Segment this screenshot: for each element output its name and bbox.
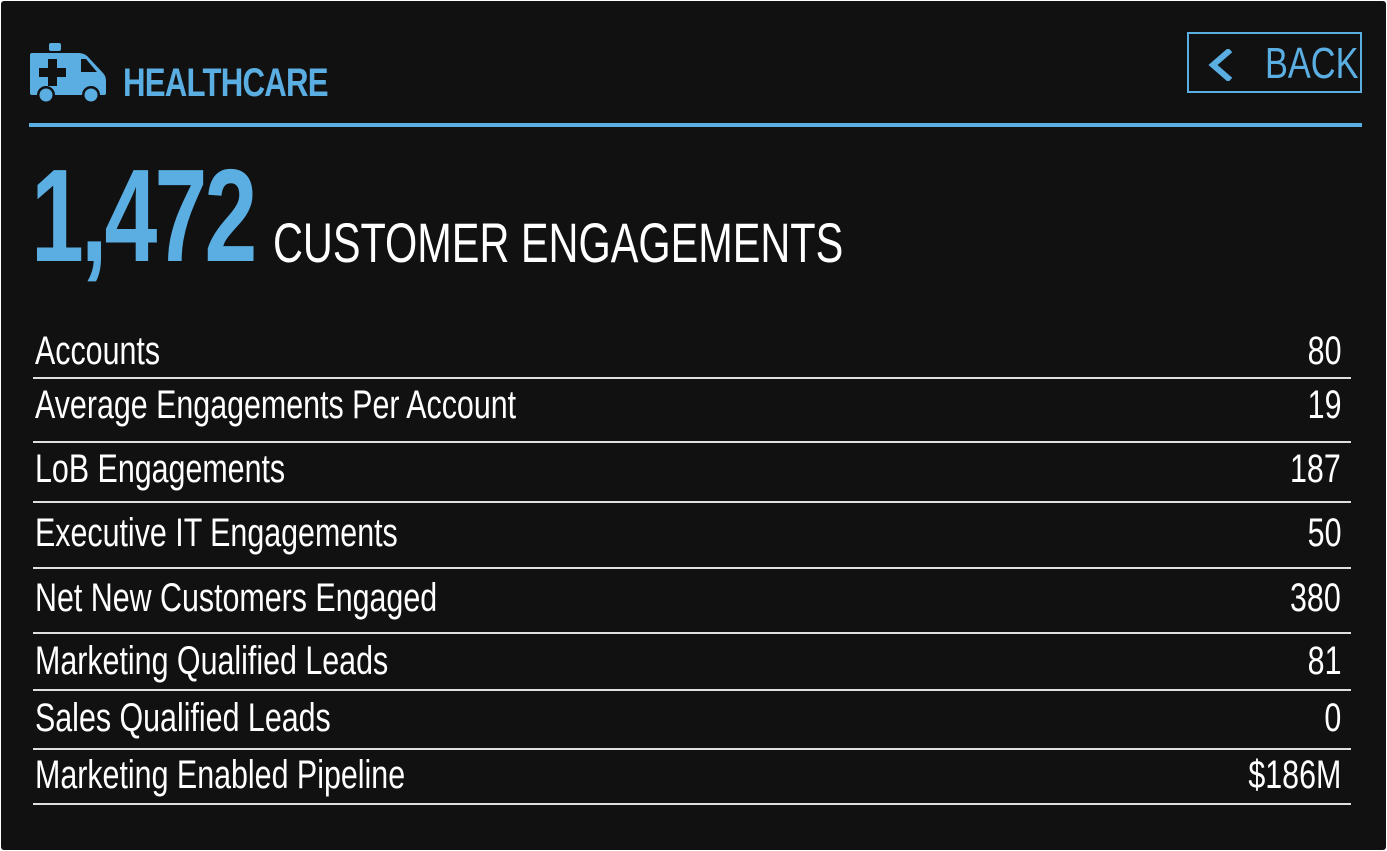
stat-row-sales-qualified-leads: Sales Qualified Leads 0 [33,691,1351,750]
stat-row-average-engagements: Average Engagements Per Account 19 [33,379,1351,443]
stat-value: 80 [1307,329,1341,373]
stat-value: 0 [1324,696,1341,740]
total-engagements-value: 1,472 [31,142,257,289]
back-label: BACK [1265,39,1359,88]
ambulance-icon [30,43,106,103]
header: HEALTHCARE BACK [29,31,1362,127]
back-button[interactable]: BACK [1187,32,1362,93]
dashboard-panel: HEALTHCARE BACK 1,472 CUSTOMER ENGAGEMEN… [1,1,1386,850]
stat-row-marketing-qualified-leads: Marketing Qualified Leads 81 [33,634,1351,691]
stat-value: 81 [1307,639,1341,683]
stat-label: LoB Engagements [35,447,286,491]
stat-label: Average Engagements Per Account [35,383,517,427]
summary: 1,472 CUSTOMER ENGAGEMENTS [31,142,1351,289]
total-engagements-label: CUSTOMER ENGAGEMENTS [273,211,844,274]
stat-row-executive-it-engagements: Executive IT Engagements 50 [33,503,1351,569]
chevron-left-icon [1208,49,1233,81]
stat-label: Accounts [35,329,161,373]
stat-label: Sales Qualified Leads [35,696,331,740]
stat-value: 187 [1290,447,1341,491]
stat-value: 50 [1307,511,1341,555]
stat-label: Net New Customers Engaged [35,576,438,620]
stat-row-lob-engagements: LoB Engagements 187 [33,443,1351,503]
stat-value: 19 [1307,383,1341,427]
stat-value: $186M [1248,753,1341,797]
category-title: HEALTHCARE [123,61,329,105]
stat-label: Marketing Qualified Leads [35,639,389,683]
stat-row-marketing-enabled-pipeline: Marketing Enabled Pipeline $186M [33,750,1351,805]
stats-list: Accounts 80 Average Engagements Per Acco… [33,323,1351,805]
stat-value: 380 [1290,576,1341,620]
stat-label: Executive IT Engagements [35,511,398,555]
stat-row-net-new-customers: Net New Customers Engaged 380 [33,569,1351,634]
stat-label: Marketing Enabled Pipeline [35,753,406,797]
stat-row-accounts: Accounts 80 [33,323,1351,379]
